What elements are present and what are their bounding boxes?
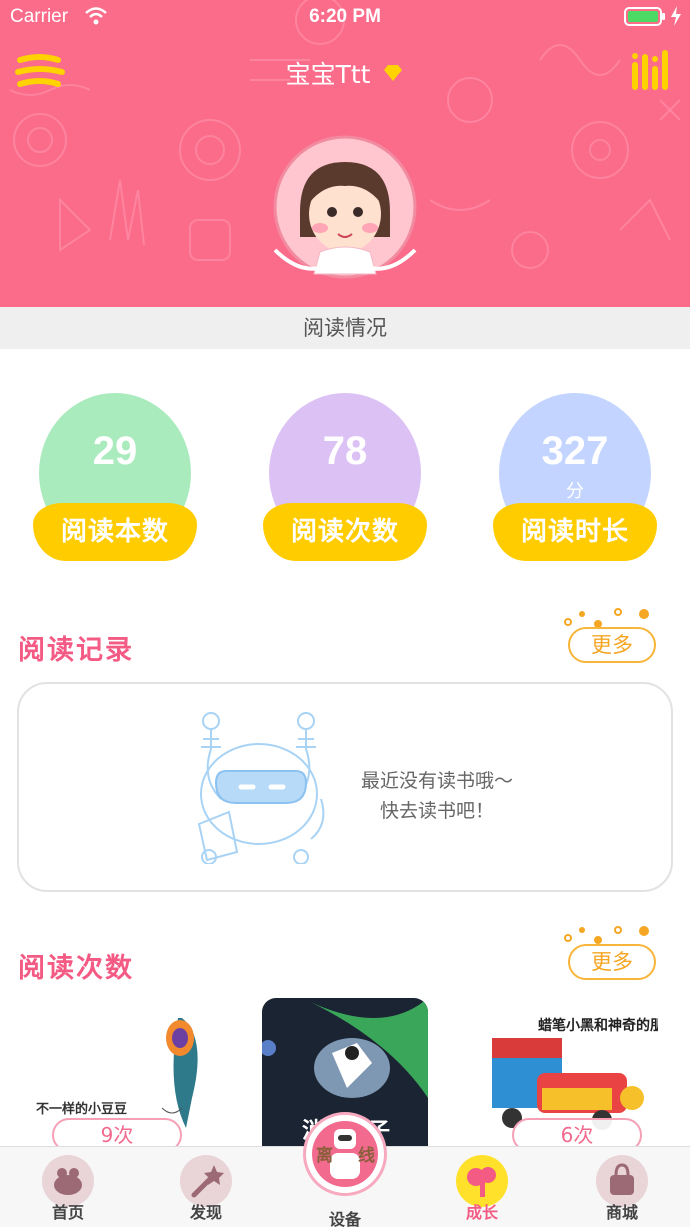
stat-label: 阅读时长 xyxy=(493,503,657,561)
reading-record-title: 阅读记录 xyxy=(18,635,134,666)
vip-diamond-icon xyxy=(382,59,404,88)
reading-count-title: 阅读次数 xyxy=(18,953,134,984)
offline-label-right: 线 xyxy=(358,1146,375,1166)
stat-label: 阅读本数 xyxy=(33,503,197,561)
username: 宝宝Ttt xyxy=(285,60,371,89)
tab-growth[interactable]: 成长 xyxy=(442,1155,522,1223)
tab-home[interactable]: 首页 xyxy=(28,1155,108,1223)
tab-label: 商城 xyxy=(605,1203,638,1222)
reading-record-more-button[interactable]: 更多 xyxy=(568,627,656,663)
audio-bars-icon[interactable] xyxy=(630,48,674,92)
reading-count-more-button[interactable]: 更多 xyxy=(568,944,656,980)
stat-value: 29 xyxy=(92,429,138,473)
empty-reading-record-card: 最近没有读书哦～ 快去读书吧！ xyxy=(17,682,673,892)
profile-header: Carrier 6:20 PM 宝宝Ttt xyxy=(0,0,690,307)
device-offline-badge: 离 线 xyxy=(303,1112,387,1196)
empty-message-line2: 快去读书吧！ xyxy=(379,800,494,822)
stat-books-read[interactable]: 29 阅读本数 xyxy=(33,393,197,573)
empty-message: 最近没有读书哦～ 快去读书吧！ xyxy=(337,766,537,826)
battery-icon xyxy=(624,7,666,31)
book-cover-title: 蜡笔小黑和神奇的朋 xyxy=(538,1017,658,1034)
nav-title: 宝宝Ttt xyxy=(0,55,690,91)
robot-reading-icon xyxy=(181,709,331,868)
stat-read-duration[interactable]: 327 分 阅读时长 xyxy=(493,393,657,573)
stat-value: 78 xyxy=(322,429,368,473)
status-bar: Carrier 6:20 PM xyxy=(0,0,690,36)
tab-label: 发现 xyxy=(189,1203,222,1222)
charging-icon xyxy=(670,6,682,30)
book-card[interactable]: 蜡笔小黑和神奇的朋 6次 xyxy=(492,998,658,1146)
offline-label-left: 离 xyxy=(316,1146,333,1166)
status-time: 6:20 PM xyxy=(309,6,381,27)
stat-read-times[interactable]: 78 阅读次数 xyxy=(263,393,427,573)
tab-label: 成长 xyxy=(465,1203,498,1222)
tab-label: 设备 xyxy=(328,1210,361,1227)
book-read-count: 9次 xyxy=(52,1118,182,1146)
tab-device[interactable]: 离 线 设备 xyxy=(303,1112,387,1227)
tab-shop[interactable]: 商城 xyxy=(582,1155,662,1223)
stat-label: 阅读次数 xyxy=(263,503,427,561)
book-read-count: 6次 xyxy=(512,1118,642,1146)
book-card[interactable]: 不一样的小豆豆 9次 xyxy=(32,998,198,1146)
stat-value: 327 xyxy=(541,429,609,473)
stat-unit: 分 xyxy=(566,481,584,502)
empty-message-line1: 最近没有读书哦～ xyxy=(360,770,513,792)
tab-label: 首页 xyxy=(51,1203,84,1222)
book-cover-title: 不一样的小豆豆 xyxy=(36,1101,127,1117)
avatar[interactable] xyxy=(270,132,420,282)
tab-discover[interactable]: 发现 xyxy=(166,1155,246,1223)
reading-status-bar: 阅读情况 xyxy=(0,307,690,349)
